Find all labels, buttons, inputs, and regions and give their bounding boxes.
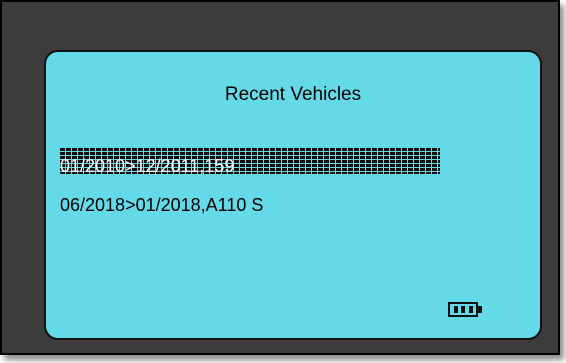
lcd-screen: Recent Vehicles 01/2010>12/2011,159 06/2… — [44, 50, 542, 340]
device-frame: Recent Vehicles 01/2010>12/2011,159 06/2… — [0, 0, 560, 355]
battery-cap — [478, 306, 482, 313]
battery-cell — [467, 305, 474, 314]
battery-icon — [448, 302, 478, 317]
vehicle-label: 06/2018>01/2018,A110 S — [60, 195, 264, 215]
vehicle-label: 01/2010>12/2011,159 — [60, 156, 235, 176]
screen-title: Recent Vehicles — [224, 84, 362, 105]
battery-cell — [460, 305, 466, 314]
battery-cell — [452, 305, 459, 314]
vehicle-list-item[interactable]: 06/2018>01/2018,A110 S — [60, 194, 263, 216]
